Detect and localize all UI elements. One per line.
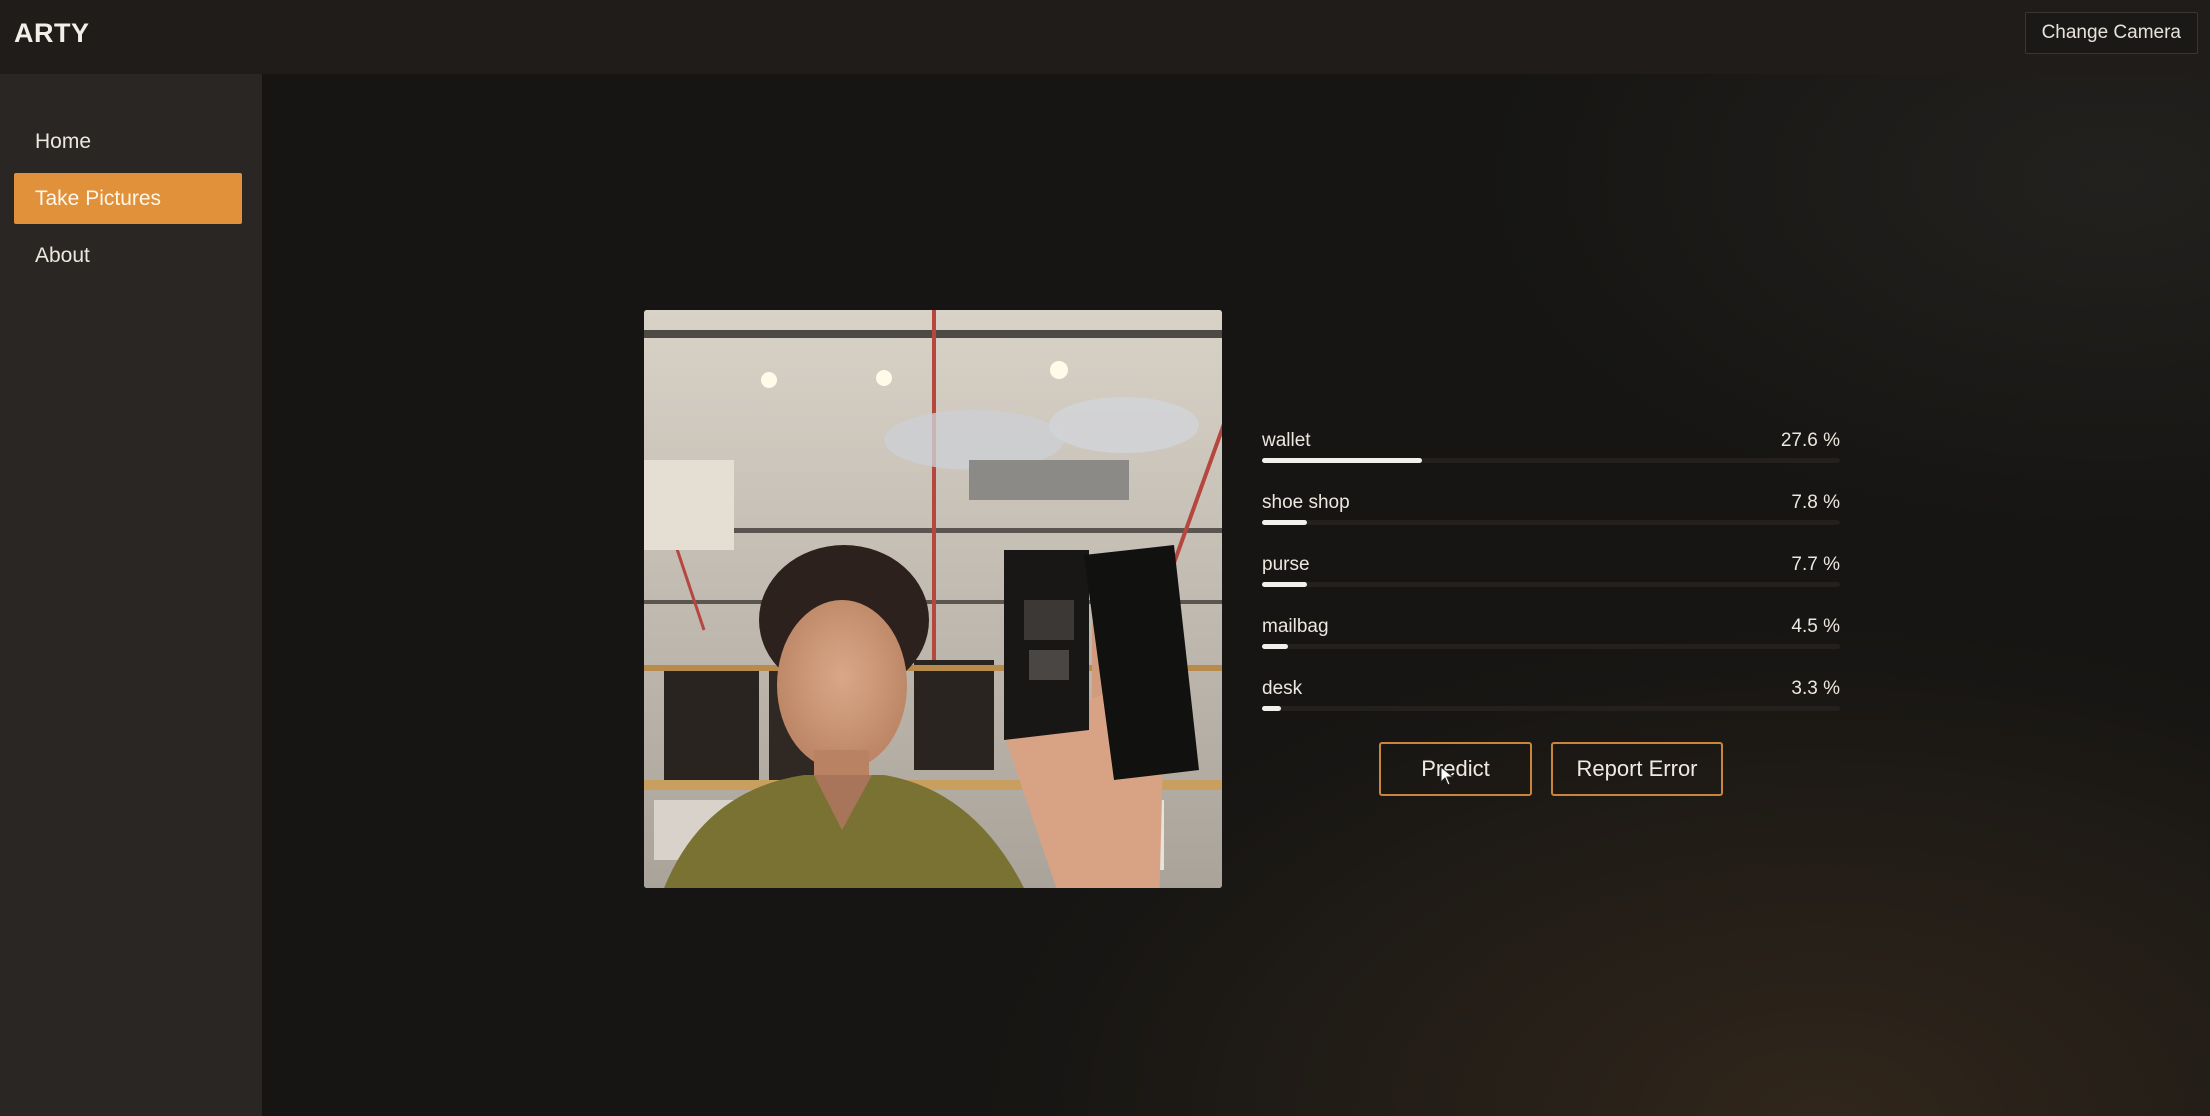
change-camera-button[interactable]: Change Camera: [2024, 12, 2198, 54]
prediction-bar: [1262, 582, 1840, 587]
prediction-bar-fill: [1262, 706, 1282, 711]
prediction-bar-fill: [1262, 582, 1307, 587]
predict-button[interactable]: Predict: [1379, 742, 1532, 796]
prediction-value: 4.5 %: [1791, 616, 1840, 637]
prediction-row: mailbag 4.5 %: [1262, 616, 1840, 656]
camera-preview: [644, 310, 1222, 888]
mouse-cursor-icon: [1440, 766, 1454, 786]
prediction-label: mailbag: [1262, 616, 1329, 637]
prediction-bar: [1262, 644, 1840, 649]
prediction-value: 27.6 %: [1780, 430, 1840, 451]
prediction-value: 7.7 %: [1791, 554, 1840, 575]
prediction-label: shoe shop: [1262, 492, 1350, 513]
prediction-bar-fill: [1262, 520, 1308, 525]
prediction-label: purse: [1262, 554, 1310, 575]
prediction-row: wallet 27.6 %: [1262, 430, 1840, 470]
report-error-button[interactable]: Report Error: [1551, 742, 1723, 796]
prediction-row: shoe shop 7.8 %: [1262, 492, 1840, 532]
top-bar: ARTY Change Camera: [0, 0, 2210, 74]
prediction-bar-fill: [1262, 644, 1289, 649]
sidebar-item-take-pictures[interactable]: Take Pictures: [14, 173, 242, 224]
sidebar: Home Take Pictures About: [0, 74, 262, 1116]
prediction-bar: [1262, 520, 1840, 525]
prediction-bar: [1262, 706, 1840, 711]
sidebar-item-home[interactable]: Home: [14, 116, 242, 167]
main-content: [262, 74, 2210, 1116]
sidebar-item-about[interactable]: About: [14, 230, 242, 281]
prediction-row: desk 3.3 %: [1262, 678, 1840, 718]
app-title: ARTY: [14, 18, 90, 48]
prediction-bar: [1262, 458, 1840, 463]
prediction-value: 3.3 %: [1791, 678, 1840, 699]
prediction-label: desk: [1262, 678, 1303, 699]
camera-preview-image: [644, 310, 1222, 888]
prediction-value: 7.8 %: [1791, 492, 1840, 513]
prediction-bar-fill: [1262, 458, 1423, 463]
prediction-row: purse 7.7 %: [1262, 554, 1840, 594]
prediction-label: wallet: [1262, 430, 1311, 451]
